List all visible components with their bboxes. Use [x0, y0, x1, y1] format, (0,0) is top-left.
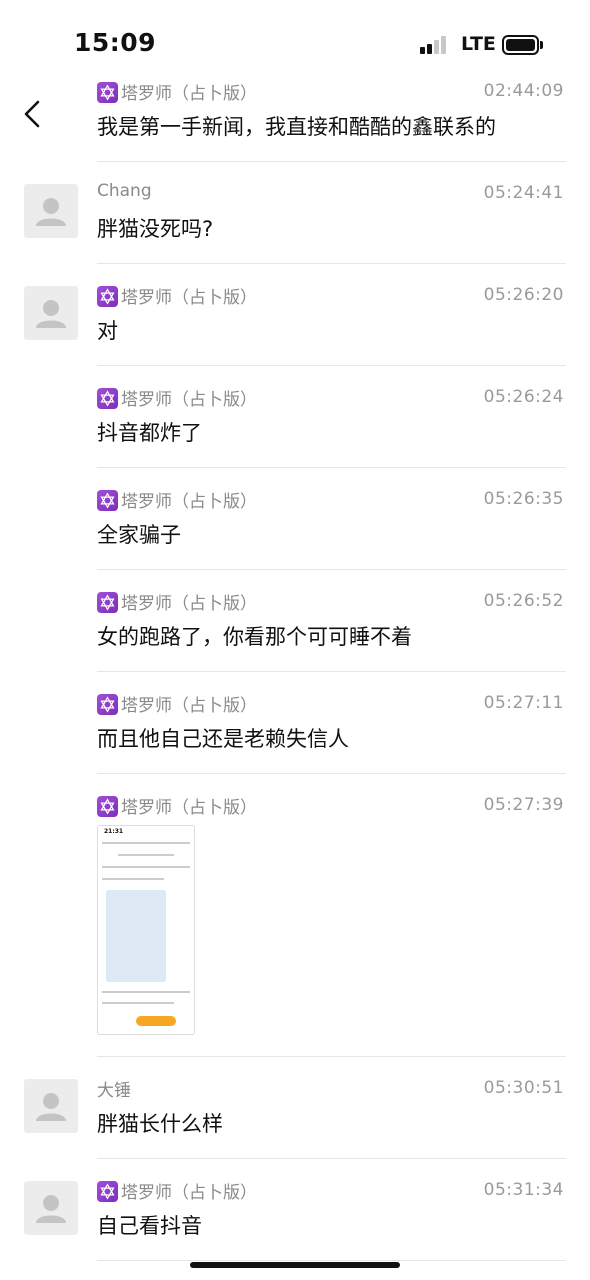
sender-name: 塔罗师（占卜版）	[97, 589, 257, 614]
message-time: 05:26:20	[483, 285, 564, 305]
divider	[97, 161, 566, 162]
message-text: 胖猫长什么样	[97, 1112, 223, 1136]
divider	[97, 263, 566, 264]
divider	[97, 1056, 566, 1057]
sender-name: 塔罗师（占卜版）	[97, 1178, 257, 1203]
hexagram-icon	[97, 796, 118, 817]
message-time: 05:26:24	[483, 387, 564, 407]
divider	[97, 1260, 566, 1261]
default-avatar-icon	[36, 300, 66, 328]
message-text: 全家骗子	[97, 523, 181, 547]
sender-name: 塔罗师（占卜版）	[97, 79, 257, 104]
message-time: 02:44:09	[483, 81, 564, 101]
hexagram-icon	[97, 490, 118, 511]
message-time: 05:26:52	[483, 591, 564, 611]
default-avatar-icon	[36, 1195, 66, 1223]
hexagram-icon	[97, 82, 118, 103]
message-time: 05:30:51	[483, 1078, 564, 1098]
message-time: 05:26:35	[483, 489, 564, 509]
sender-name: 塔罗师（占卜版）	[97, 793, 257, 818]
sender-name: 塔罗师（占卜版）	[97, 487, 257, 512]
divider	[97, 569, 566, 570]
default-avatar-icon	[36, 1093, 66, 1121]
message-text: 对	[97, 319, 118, 343]
sender-name: 塔罗师（占卜版）	[97, 283, 257, 308]
avatar[interactable]	[24, 1181, 78, 1235]
message-time: 05:24:41	[483, 183, 564, 203]
hexagram-icon	[97, 388, 118, 409]
sender-name: 塔罗师（占卜版）	[97, 691, 257, 716]
divider	[97, 773, 566, 774]
sender-name: Chang	[97, 181, 152, 201]
hexagram-icon	[97, 286, 118, 307]
hexagram-icon	[97, 1181, 118, 1202]
message-text: 而且他自己还是老赖失信人	[97, 727, 349, 751]
battery-icon	[502, 35, 543, 55]
status-bar: 15:09 LTE	[0, 0, 590, 88]
message-time: 05:27:39	[483, 795, 564, 815]
thumbnail-time: 21:31	[104, 828, 124, 835]
message-text: 自己看抖音	[97, 1214, 202, 1238]
divider	[97, 365, 566, 366]
message-time: 05:27:11	[483, 693, 564, 713]
network-label: LTE	[461, 33, 496, 55]
default-avatar-icon	[36, 198, 66, 226]
message-text: 女的跑路了，你看那个可可睡不着	[97, 625, 412, 649]
message-text: 抖音都炸了	[97, 421, 202, 445]
divider	[97, 1158, 566, 1159]
sender-name: 塔罗师（占卜版）	[97, 385, 257, 410]
status-time: 15:09	[74, 28, 157, 57]
image-thumbnail[interactable]: 21:31	[97, 825, 195, 1035]
hexagram-icon	[97, 694, 118, 715]
avatar[interactable]	[24, 286, 78, 340]
signal-icon	[420, 36, 452, 54]
message-time: 05:31:34	[483, 1180, 564, 1200]
avatar[interactable]	[24, 184, 78, 238]
divider	[97, 671, 566, 672]
chevron-left-icon	[24, 100, 40, 128]
divider	[97, 467, 566, 468]
message-text: 胖猫没死吗?	[97, 217, 214, 241]
hexagram-icon	[97, 592, 118, 613]
message-text: 我是第一手新闻，我直接和酷酷的鑫联系的	[97, 115, 496, 139]
sender-name: 大锤	[97, 1081, 131, 1101]
home-indicator[interactable]	[190, 1262, 400, 1268]
back-button[interactable]	[18, 96, 50, 132]
avatar[interactable]	[24, 1079, 78, 1133]
